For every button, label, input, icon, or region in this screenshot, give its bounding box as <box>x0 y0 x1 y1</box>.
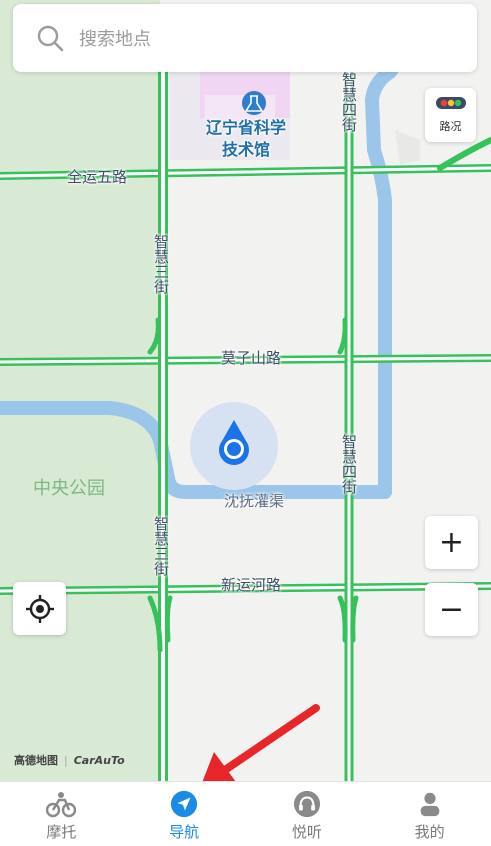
locate-me-button[interactable] <box>13 582 66 635</box>
tab-navigation[interactable]: 导航 <box>123 782 246 846</box>
navigation-icon <box>171 790 198 818</box>
road-label-mozishan: 莫子山路 <box>221 349 282 367</box>
bottom-tab-bar: 摩托 导航 悦听 我的 <box>0 781 491 846</box>
crosshair-icon <box>25 594 54 623</box>
carauto-logo-text: CarAuTo <box>73 754 125 767</box>
tab-moto-label: 摩托 <box>46 823 77 841</box>
search-placeholder[interactable]: 搜索地点 <box>79 25 151 51</box>
search-bar[interactable]: 搜索地点 <box>13 4 477 72</box>
minus-icon: − <box>438 591 465 627</box>
park-area <box>0 0 160 781</box>
poi-science-museum-label[interactable]: 辽宁省科学 技术馆 <box>206 117 286 161</box>
map-attribution: 高德地图 | CarAuTo <box>14 752 125 768</box>
road-label-zhihui4-lower: 智慧四街 <box>340 434 358 494</box>
canal-label: 沈抚灌渠 <box>224 492 285 510</box>
road-label-quanyun5: 全运五路 <box>67 168 128 186</box>
road-label-zhihui3-upper: 智慧三街 <box>152 234 170 294</box>
traffic-label: 路况 <box>439 120 462 133</box>
traffic-light-icon <box>435 97 466 109</box>
tab-moto[interactable]: 摩托 <box>0 782 123 846</box>
tab-profile-label: 我的 <box>414 823 445 841</box>
amap-logo-text: 高德地图 <box>14 754 58 767</box>
zoom-in-button[interactable]: + <box>425 516 478 569</box>
plus-icon: + <box>438 524 465 560</box>
zoom-out-button[interactable]: − <box>425 583 478 636</box>
tab-profile[interactable]: 我的 <box>368 782 491 846</box>
tab-listen[interactable]: 悦听 <box>246 782 369 846</box>
map-view[interactable]: 辽宁省科学 技术馆 全运五路 莫子山路 新运河路 智慧三街 智慧三街 智慧四街 … <box>0 0 491 781</box>
profile-icon <box>420 792 439 817</box>
tab-listen-label: 悦听 <box>291 823 322 841</box>
poi-label-line1: 辽宁省科学 <box>206 118 287 137</box>
poi-label-line2: 技术馆 <box>222 140 271 159</box>
headphones-icon <box>293 790 320 818</box>
search-icon <box>37 25 64 52</box>
traffic-toggle-button[interactable]: 路况 <box>425 88 476 142</box>
road-label-zhihui4-upper: 智慧四街 <box>340 72 358 132</box>
road-label-xinyunhe: 新运河路 <box>221 576 282 594</box>
motorcycle-icon <box>46 792 77 818</box>
road-label-zhihui3-lower: 智慧三街 <box>152 516 170 576</box>
tab-navigation-label: 导航 <box>169 823 200 841</box>
attribution-separator: | <box>64 754 68 767</box>
park-label: 中央公园 <box>33 478 105 499</box>
